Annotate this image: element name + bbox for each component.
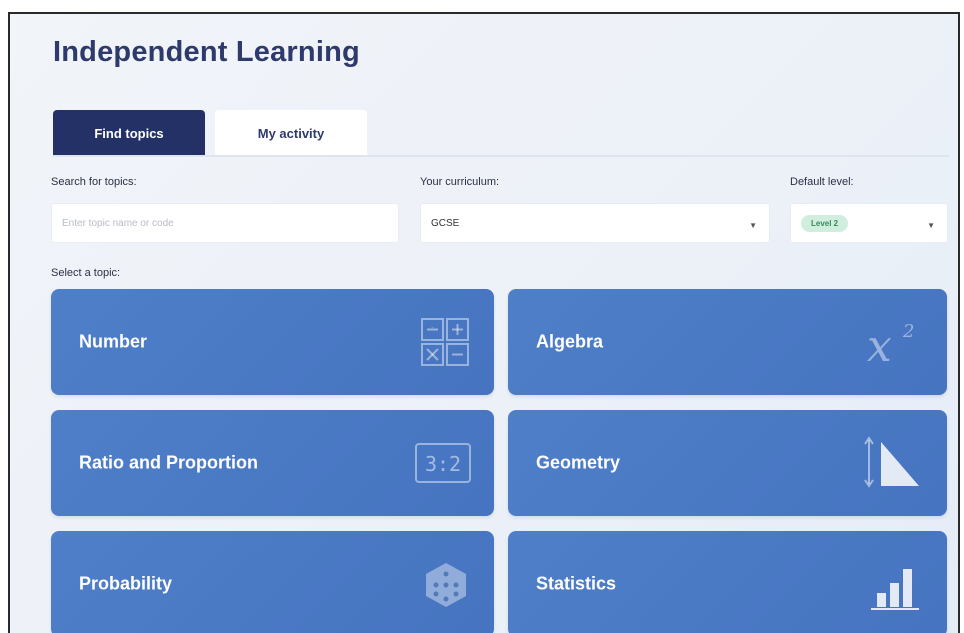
topic-label: Algebra: [536, 331, 604, 352]
bar-chart-icon: [871, 569, 919, 610]
svg-text:2: 2: [902, 321, 914, 342]
topic-card-probability[interactable]: Probability: [51, 531, 494, 633]
topic-card-geometry[interactable]: Geometry: [508, 410, 947, 516]
svg-text:x: x: [867, 321, 892, 371]
tab-bar: Find topics My activity: [53, 110, 367, 156]
topic-label: Geometry: [536, 452, 621, 473]
topic-label: Probability: [79, 573, 173, 594]
curriculum-select[interactable]: GCSE ▼: [420, 203, 770, 243]
ratio-icon: 3:2: [415, 443, 471, 483]
curriculum-label: Your curriculum:: [420, 176, 500, 188]
svg-text:3:2: 3:2: [425, 452, 461, 476]
topic-card-statistics[interactable]: Statistics: [508, 531, 947, 633]
select-topic-label: Select a topic:: [51, 267, 121, 279]
topic-label: Number: [79, 331, 148, 352]
tab-divider: [53, 155, 949, 157]
app-frame: Independent Learning Find topics My acti…: [8, 12, 960, 633]
chevron-down-icon: ▼: [749, 221, 757, 230]
operations-grid-icon: [421, 318, 469, 366]
search-field: [51, 203, 399, 243]
chevron-down-icon: ▼: [927, 221, 935, 230]
search-input[interactable]: [62, 217, 388, 229]
tab-find-topics[interactable]: Find topics: [53, 110, 205, 156]
level-badge: Level 2: [801, 214, 849, 232]
topic-label: Statistics: [536, 573, 617, 594]
search-label: Search for topics:: [51, 176, 137, 188]
topic-card-ratio[interactable]: Ratio and Proportion 3:2: [51, 410, 494, 516]
topic-card-number[interactable]: Number: [51, 289, 494, 395]
curriculum-value: GCSE: [431, 217, 460, 229]
topic-label: Ratio and Proportion: [79, 452, 258, 473]
page-title: Independent Learning: [53, 36, 360, 68]
topic-card-algebra[interactable]: Algebra x 2: [508, 289, 947, 395]
x-squared-icon: x 2: [867, 321, 914, 371]
triangle-icon: [864, 436, 919, 488]
level-label: Default level:: [790, 176, 854, 188]
level-select[interactable]: Level 2 ▼: [790, 203, 948, 243]
dice-icon: [426, 563, 466, 607]
tab-my-activity[interactable]: My activity: [215, 110, 367, 156]
